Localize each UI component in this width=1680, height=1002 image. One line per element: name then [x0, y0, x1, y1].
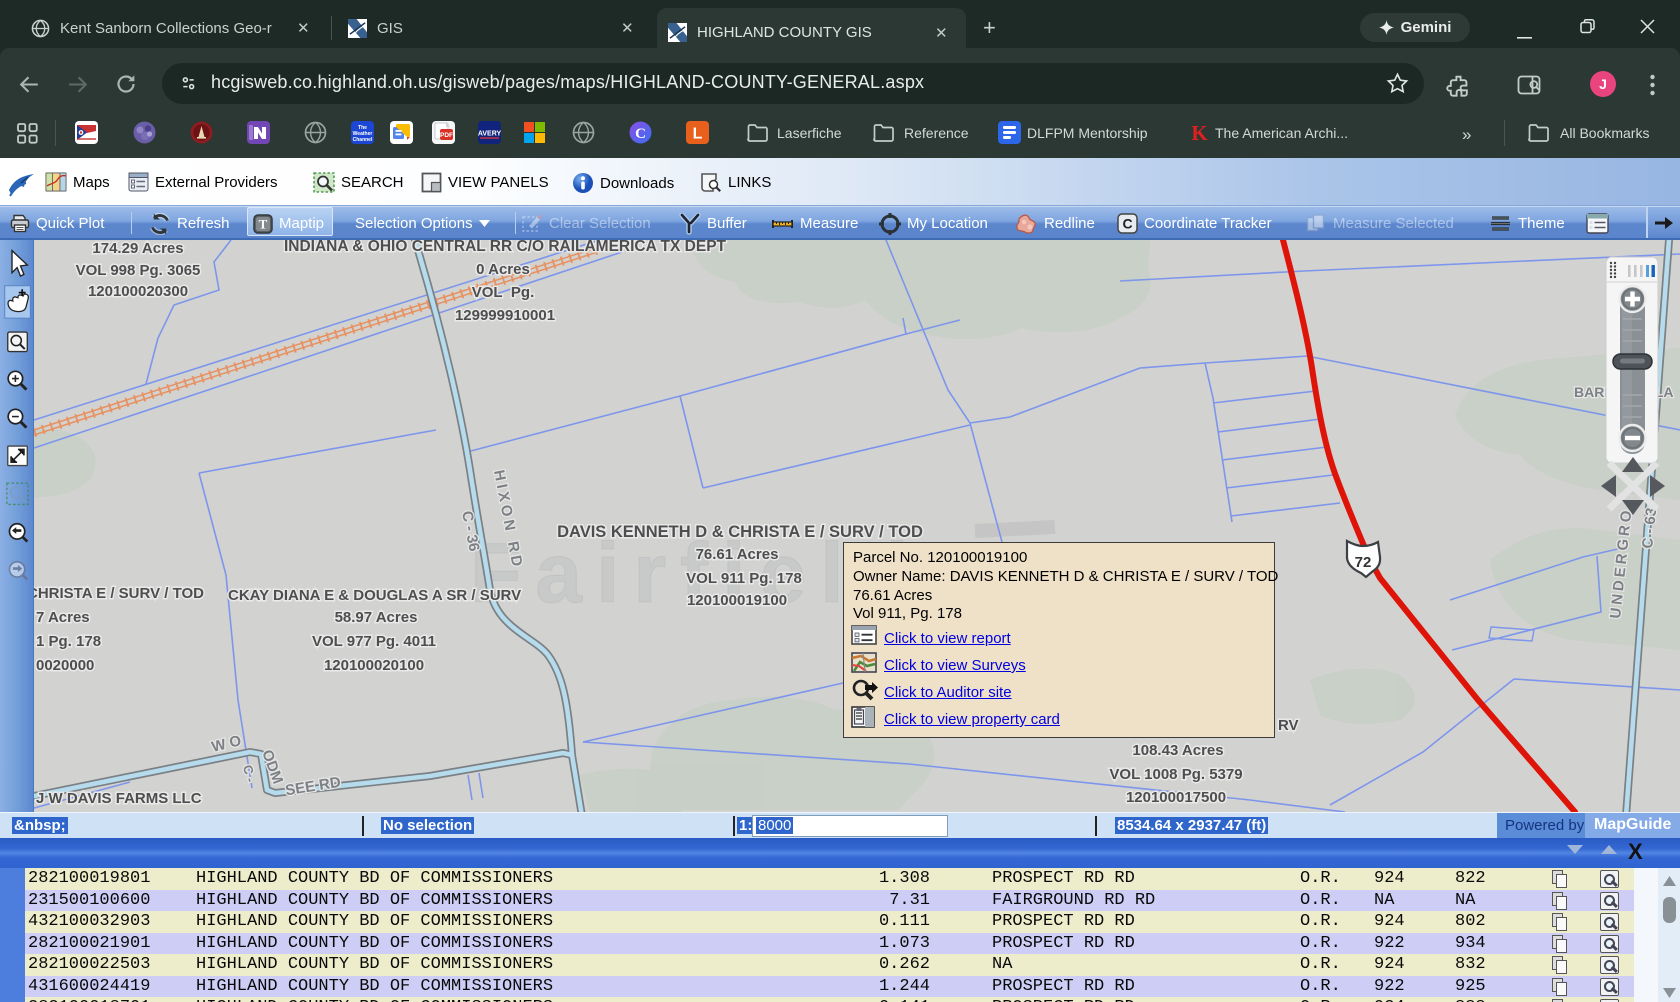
- svg-text:120100017500: 120100017500: [1126, 789, 1226, 806]
- svg-text:RV: RV: [1278, 717, 1299, 734]
- svg-text:72: 72: [1355, 554, 1372, 571]
- svg-text:VOL 998 Pg. 3065: VOL 998 Pg. 3065: [76, 262, 201, 279]
- svg-text:VOL 1008 Pg. 5379: VOL 1008 Pg. 5379: [1109, 766, 1242, 783]
- svg-text:129999910001: 129999910001: [455, 307, 555, 324]
- svg-text:0020000: 0020000: [36, 657, 94, 674]
- svg-text:58.97 Acres: 58.97 Acres: [335, 609, 418, 626]
- svg-text:120100020300: 120100020300: [88, 283, 188, 300]
- svg-text:VOL 911 Pg. 178: VOL 911 Pg. 178: [686, 570, 802, 587]
- svg-text:1 Pg. 178: 1 Pg. 178: [36, 633, 101, 650]
- svg-text:CHRISTA E / SURV / TOD: CHRISTA E / SURV / TOD: [27, 585, 204, 602]
- svg-text:VOL Pg.: VOL Pg.: [472, 284, 535, 301]
- svg-text:K: K: [1191, 121, 1208, 144]
- svg-text:120100019100: 120100019100: [687, 592, 787, 609]
- svg-text:INDIANA & OHIO CENTRAL RR C/O: INDIANA & OHIO CENTRAL RR C/O RAILAMERIC…: [284, 240, 727, 255]
- svg-text:T: T: [259, 216, 268, 231]
- svg-text:108.43 Acres: 108.43 Acres: [1132, 742, 1223, 759]
- svg-text:Channel: Channel: [353, 137, 373, 143]
- svg-text:120100020100: 120100020100: [324, 657, 424, 674]
- svg-text:PDF: PDF: [440, 132, 453, 139]
- svg-text:174.29 Acres: 174.29 Acres: [92, 240, 183, 257]
- svg-text:C: C: [1122, 216, 1132, 232]
- svg-text:C: C: [635, 126, 646, 142]
- svg-text:C -: C -: [240, 764, 258, 784]
- svg-text:VOL 977 Pg. 4011: VOL 977 Pg. 4011: [312, 633, 436, 650]
- svg-text:7 Acres: 7 Acres: [36, 609, 90, 626]
- svg-text:0 Acres: 0 Acres: [476, 261, 530, 278]
- svg-text:J W DAVIS FARMS LLC: J W DAVIS FARMS LLC: [36, 790, 202, 807]
- svg-text:CKAY DIANA E & DOUGLAS A SR /: CKAY DIANA E & DOUGLAS A SR / SURV: [228, 587, 521, 604]
- svg-text:L: L: [693, 126, 703, 143]
- svg-text:AVERY: AVERY: [478, 131, 501, 138]
- svg-text:76.61 Acres: 76.61 Acres: [696, 546, 779, 563]
- svg-text:SEE RD: SEE RD: [280, 774, 342, 800]
- svg-text:DAVIS KENNETH D & CHRISTA E /: DAVIS KENNETH D & CHRISTA E / SURV / TOD: [557, 523, 923, 541]
